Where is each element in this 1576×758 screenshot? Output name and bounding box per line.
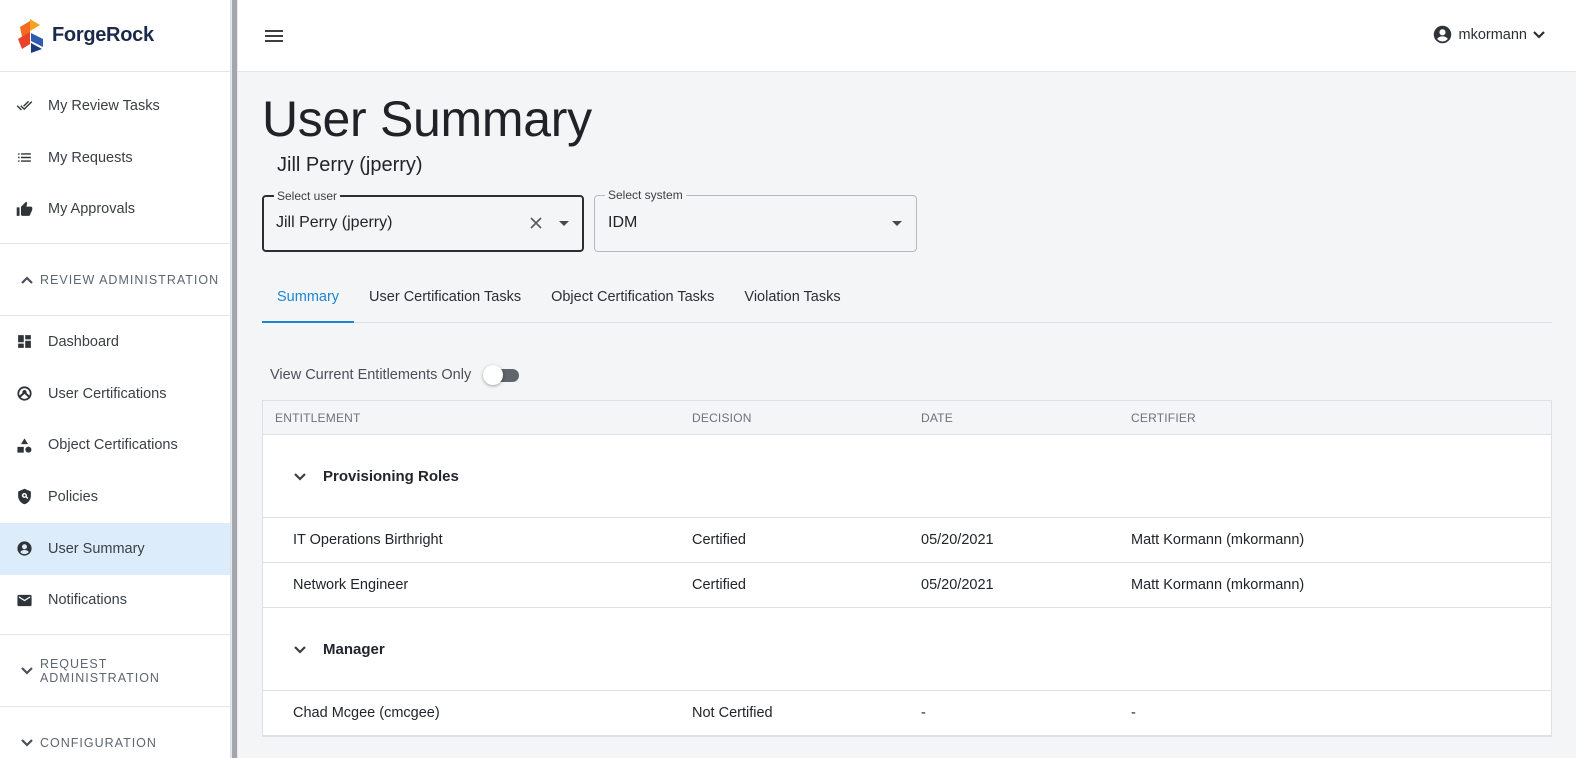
sidebar-item-notifications[interactable]: Notifications bbox=[0, 575, 230, 627]
table-row[interactable]: Network Engineer Certified 05/20/2021 Ma… bbox=[263, 563, 1551, 608]
dropdown-arrow-icon[interactable] bbox=[559, 221, 569, 226]
sidebar: ForgeRock My Review Tasks My Requests My… bbox=[0, 0, 231, 758]
username: mkormann bbox=[1458, 26, 1528, 43]
nav-review-admin-group: Dashboard User Certifications Object Cer… bbox=[0, 316, 230, 636]
column-header-entitlement[interactable]: ENTITLEMENT bbox=[263, 411, 692, 425]
sidebar-item-label: Notifications bbox=[48, 592, 127, 609]
dashboard-icon bbox=[15, 333, 33, 351]
brand-name: ForgeRock bbox=[52, 24, 154, 46]
selected-user-heading: Jill Perry (jperry) bbox=[277, 154, 423, 176]
forgerock-logo-icon bbox=[18, 18, 43, 53]
sidebar-item-dashboard[interactable]: Dashboard bbox=[0, 316, 230, 368]
entitlements-table: ENTITLEMENT DECISION DATE CERTIFIER Prov… bbox=[262, 400, 1552, 737]
tab-user-certification-tasks[interactable]: User Certification Tasks bbox=[354, 283, 536, 322]
shapes-icon bbox=[15, 436, 33, 454]
current-entitlements-toggle[interactable] bbox=[483, 365, 520, 385]
sidebar-item-policies[interactable]: Policies bbox=[0, 471, 230, 523]
account-circle-icon bbox=[1433, 25, 1451, 44]
select-user-value: Jill Perry (jperry) bbox=[276, 214, 393, 231]
group-row-manager[interactable]: Manager bbox=[263, 608, 1551, 691]
cell-certifier: - bbox=[1131, 705, 1136, 721]
toggle-knob bbox=[483, 365, 504, 385]
user-menu[interactable]: mkormann bbox=[1432, 24, 1547, 45]
cell-entitlement: Chad Mcgee (cmcgee) bbox=[293, 705, 440, 721]
account-circle-icon bbox=[15, 540, 33, 558]
menu-icon[interactable] bbox=[264, 26, 284, 46]
main-content: User Summary Jill Perry (jperry) Select … bbox=[262, 72, 1552, 737]
cell-entitlement: IT Operations Birthright bbox=[293, 532, 443, 548]
tab-violation-tasks[interactable]: Violation Tasks bbox=[729, 283, 855, 322]
cell-date: 05/20/2021 bbox=[921, 532, 994, 548]
cell-entitlement: Network Engineer bbox=[293, 577, 409, 593]
clear-icon[interactable] bbox=[528, 215, 544, 231]
sidebar-item-my-requests[interactable]: My Requests bbox=[0, 132, 230, 184]
sidebar-item-my-approvals[interactable]: My Approvals bbox=[0, 183, 230, 235]
column-header-date[interactable]: DATE bbox=[921, 411, 1131, 425]
tab-summary[interactable]: Summary bbox=[262, 283, 355, 323]
section-header-label: REVIEW ADMINISTRATION bbox=[40, 272, 220, 287]
sidebar-item-label: My Approvals bbox=[48, 201, 136, 218]
toggle-label: View Current Entitlements Only bbox=[270, 367, 472, 383]
sidebar-item-my-review-tasks[interactable]: My Review Tasks bbox=[0, 80, 230, 132]
select-user-label: Select user bbox=[274, 189, 341, 203]
double-check-icon bbox=[15, 97, 33, 115]
select-row: Select user Jill Perry (jperry) Select s… bbox=[262, 188, 1552, 252]
chevron-down-icon bbox=[1533, 30, 1545, 39]
dropdown-arrow-icon[interactable] bbox=[892, 221, 902, 226]
page-title: User Summary bbox=[262, 91, 592, 147]
cell-decision: Not Certified bbox=[692, 705, 773, 721]
tab-bar: Summary User Certification Tasks Object … bbox=[262, 283, 1552, 323]
chevron-down-icon bbox=[21, 739, 33, 747]
table-row[interactable]: Chad Mcgee (cmcgee) Not Certified - - bbox=[263, 691, 1551, 736]
chevron-down-icon bbox=[294, 473, 306, 481]
chevron-down-icon bbox=[294, 646, 306, 654]
chevron-down-icon bbox=[21, 666, 33, 675]
mail-icon bbox=[15, 591, 33, 609]
select-system-value: IDM bbox=[608, 214, 638, 231]
section-header-label: REQUEST ADMINISTRATION bbox=[39, 656, 160, 685]
sidebar-item-object-certifications[interactable]: Object Certifications bbox=[0, 419, 230, 471]
sidebar-item-label: Object Certifications bbox=[48, 437, 178, 454]
cell-decision: Certified bbox=[692, 577, 746, 593]
sidebar-item-label: My Review Tasks bbox=[48, 97, 160, 114]
shield-icon bbox=[15, 488, 33, 506]
group-name: Manager bbox=[323, 640, 385, 658]
section-configuration[interactable]: CONFIGURATION bbox=[0, 707, 230, 758]
sidebar-item-label: User Summary bbox=[48, 540, 145, 557]
chevron-up-icon bbox=[21, 276, 33, 284]
thumb-up-icon bbox=[15, 200, 33, 218]
select-system-label: Select system bbox=[605, 188, 686, 202]
select-user-field[interactable]: Select user Jill Perry (jperry) bbox=[262, 189, 584, 252]
section-header-label: CONFIGURATION bbox=[40, 736, 157, 751]
select-system-field[interactable]: Select system IDM bbox=[594, 188, 917, 252]
current-entitlements-toggle-row: View Current Entitlements Only bbox=[262, 365, 1552, 385]
column-header-certifier[interactable]: CERTIFIER bbox=[1131, 411, 1551, 425]
cell-certifier: Matt Kormann (mkormann) bbox=[1131, 532, 1305, 548]
section-request-administration[interactable]: REQUEST ADMINISTRATION bbox=[0, 635, 230, 708]
sidebar-item-label: My Requests bbox=[48, 149, 133, 166]
tab-object-certification-tasks[interactable]: Object Certification Tasks bbox=[536, 283, 729, 322]
top-bar: mkormann bbox=[238, 0, 1576, 72]
column-header-decision[interactable]: DECISION bbox=[692, 411, 921, 425]
nav-top-group: My Review Tasks My Requests My Approvals bbox=[0, 72, 230, 245]
sidebar-item-label: Policies bbox=[48, 488, 98, 505]
group-name: Provisioning Roles bbox=[323, 467, 459, 485]
table-row[interactable]: IT Operations Birthright Certified 05/20… bbox=[263, 518, 1551, 563]
sidebar-item-label: Dashboard bbox=[48, 333, 119, 350]
table-header: ENTITLEMENT DECISION DATE CERTIFIER bbox=[263, 401, 1551, 435]
scrollbar-thumb[interactable] bbox=[232, 0, 237, 758]
list-icon bbox=[15, 149, 33, 167]
sidebar-item-label: User Certifications bbox=[48, 385, 167, 402]
sidebar-item-user-certifications[interactable]: User Certifications bbox=[0, 368, 230, 420]
section-review-administration[interactable]: REVIEW ADMINISTRATION bbox=[0, 244, 230, 317]
user-cert-icon bbox=[15, 385, 33, 403]
cell-date: 05/20/2021 bbox=[921, 577, 994, 593]
sidebar-scrollbar[interactable] bbox=[231, 0, 238, 758]
sidebar-item-user-summary[interactable]: User Summary bbox=[0, 522, 230, 575]
brand-logo[interactable]: ForgeRock bbox=[0, 0, 230, 72]
cell-certifier: Matt Kormann (mkormann) bbox=[1131, 577, 1305, 593]
group-row-provisioning-roles[interactable]: Provisioning Roles bbox=[263, 435, 1551, 518]
cell-date: - bbox=[921, 705, 926, 721]
cell-decision: Certified bbox=[692, 532, 746, 548]
